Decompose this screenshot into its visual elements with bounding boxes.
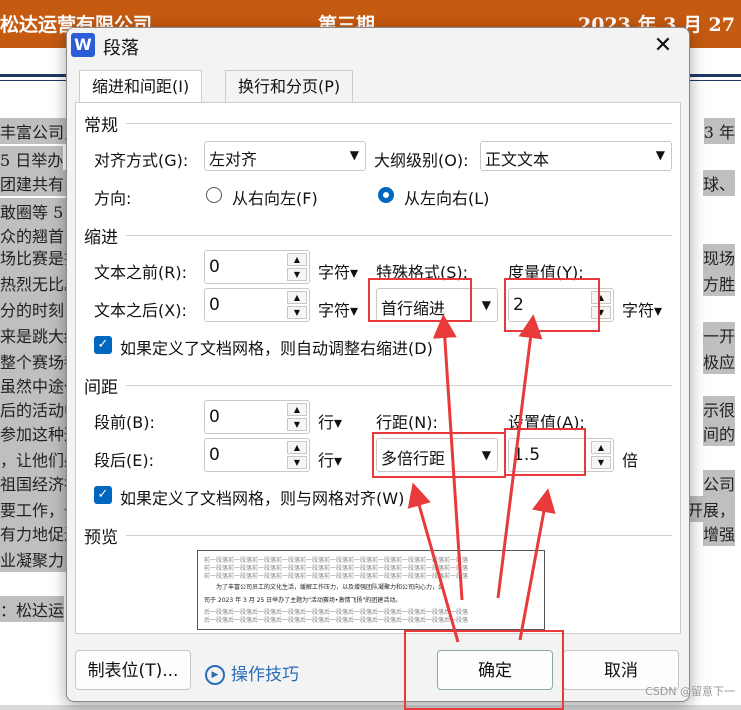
divider [126,385,672,386]
annotation-box-special-format [368,278,472,322]
document-line-right: 方胜 [702,270,735,296]
indent-after-stepper[interactable]: 0 ▲ ▼ [204,288,310,322]
spin-up-icon[interactable]: ▲ [591,441,611,454]
outline-level-dropdown[interactable]: 正文文本 ▼ [480,141,672,171]
annotation-box-measure [504,278,600,332]
indent-before-stepper[interactable]: 0 ▲ ▼ [204,250,310,284]
indent-after-unit[interactable]: 字符▾ [318,297,358,321]
document-line-right: 现场 [702,244,735,270]
watermark: CSDN @留意下一 [645,685,735,698]
document-line-right: 一开 [702,322,735,348]
alignment-value: 左对齐 [209,150,258,169]
document-line-left: ：松达运 [0,596,65,622]
tab-line-page-breaks[interactable]: 换行和分页(P) [225,70,354,103]
dialog-title-bar: W 段落 ✕ [67,28,689,64]
spin-up-icon[interactable]: ▲ [287,253,307,266]
document-line-right: 3 年 [703,118,735,144]
outline-level-label: 大纲级别(O): [374,151,469,170]
grid-align-checkbox[interactable]: ✓ [94,486,112,504]
direction-label: 方向: [94,189,132,208]
radio-right-to-left[interactable] [206,187,222,203]
document-line-right: 极应 [702,348,735,374]
space-before-stepper[interactable]: 0 ▲ ▼ [204,400,310,434]
section-title-preview: 预览 [84,528,118,548]
document-line-left: 5 日举办 [0,146,64,172]
divider [126,535,672,536]
spin-up-icon[interactable]: ▲ [287,291,307,304]
radio-left-to-right[interactable] [378,187,394,203]
set-value-unit: 倍 [622,451,639,470]
indent-before-value: 0 [209,257,220,277]
tips-label: 操作技巧 [231,665,299,685]
auto-adjust-label[interactable]: 如果定义了文档网格，则自动调整右缩进(D) [120,335,433,359]
auto-adjust-checkbox[interactable]: ✓ [94,336,112,354]
preview-body-line: 司于 2023 年 3 月 25 日举办了主题为"活动赛场•激情飞扬"的团建活动… [204,597,402,604]
preview-previous-line: 前一段落前一段落前一段落前一段落前一段落前一段落前一段落前一段落前一段落前一段落… [204,573,469,580]
divider [126,235,672,236]
space-before-value: 0 [209,407,220,427]
indent-before-unit[interactable]: 字符▾ [318,259,358,283]
spin-down-icon[interactable]: ▼ [591,456,611,469]
space-before-label: 段前(B): [94,413,155,432]
close-button[interactable]: ✕ [645,30,681,62]
document-line-right: 公司 [702,470,735,496]
alignment-label: 对齐方式(G): [94,151,189,170]
preview-next-line: 后一段落后一段落后一段落后一段落后一段落后一段落后一段落后一段落后一段落后一段落… [204,617,469,624]
document-line-right: 球、 [702,170,735,196]
annotation-box-line-spacing [372,432,506,478]
document-line-right: 开展， [686,496,735,522]
spin-down-icon[interactable]: ▼ [287,306,307,319]
spin-down-icon[interactable]: ▼ [287,456,307,469]
spin-down-icon[interactable]: ▼ [287,418,307,431]
line-spacing-label: 行距(N): [376,413,438,432]
chevron-down-icon: ▼ [349,148,359,162]
annotation-box-set-value [504,428,586,476]
paragraph-dialog: W 段落 ✕ 缩进和间距(I) 换行和分页(P) 常规 对齐方式(G): 左对齐… [66,27,690,702]
section-title-indent: 缩进 [84,228,118,248]
indent-after-value: 0 [209,295,220,315]
divider [126,123,672,124]
preview-body-line: 为了丰富公司员工的文化生活，缓解工作压力，以及增强团队凝聚力和公司向心力，公 [216,584,445,591]
tab-stops-button[interactable]: 制表位(T)... [75,650,191,690]
spin-up-icon[interactable]: ▲ [287,441,307,454]
dialog-title: 段落 [103,38,139,59]
space-after-stepper[interactable]: 0 ▲ ▼ [204,438,310,472]
section-title-general: 常规 [84,116,118,136]
chevron-down-icon: ▼ [655,148,665,162]
tips-link[interactable]: ▶ 操作技巧 [205,660,299,685]
alignment-dropdown[interactable]: 左对齐 ▼ [204,141,366,171]
rtl-label[interactable]: 从右向左(F) [232,185,318,209]
indent-before-label: 文本之前(R): [94,263,187,282]
tab-indent-spacing[interactable]: 缩进和间距(I) [79,70,203,105]
document-line-right: 示很 [702,396,735,422]
play-icon: ▶ [205,665,225,685]
outline-level-value: 正文文本 [485,150,550,169]
chevron-down-icon: ▼ [481,298,491,312]
measure-unit[interactable]: 字符▾ [622,297,662,321]
section-title-spacing: 间距 [84,378,118,398]
space-before-unit[interactable]: 行▾ [318,409,342,433]
close-icon: ✕ [653,33,673,58]
space-after-value: 0 [209,445,220,465]
document-line-right: 增强 [702,520,735,546]
wps-writer-icon: W [71,33,95,57]
annotation-box-ok [404,630,564,710]
document-line-right: 间的 [702,420,735,446]
space-after-unit[interactable]: 行▾ [318,447,342,471]
grid-align-label[interactable]: 如果定义了文档网格，则与网格对齐(W) [120,485,404,509]
spin-down-icon[interactable]: ▼ [287,268,307,281]
spin-up-icon[interactable]: ▲ [287,403,307,416]
indent-after-label: 文本之后(X): [94,301,187,320]
paragraph-preview: 前一段落前一段落前一段落前一段落前一段落前一段落前一段落前一段落前一段落前一段落… [197,550,545,630]
space-after-label: 段后(E): [94,451,154,470]
ltr-label[interactable]: 从左向右(L) [404,185,489,209]
